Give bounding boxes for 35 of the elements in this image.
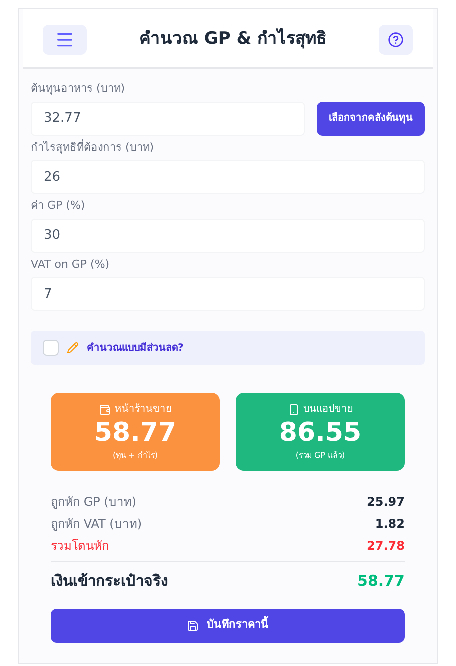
smartphone-icon [288,404,300,416]
discount-label: คำนวณแบบมีส่วนลด? [87,341,184,356]
breakdown-label: รวมโดนหัก [51,538,109,555]
card-note: (รวม GP แล้ว) [296,450,346,462]
breakdown-value: 1.82 [375,516,405,533]
save-button[interactable]: บันทึกราคานี้ [51,608,405,642]
card-value: 58.77 [94,417,177,450]
input-field[interactable]: 30 [31,218,425,252]
input-field[interactable]: 7 [31,277,425,311]
help-icon [388,32,404,48]
field-label: ต้นทุนอาหาร (บาท) [31,81,126,97]
page-title: คำนวณ GP & กำไรสุทธิ [140,27,326,52]
discount-option[interactable]: คำนวณแบบมีส่วนลด? [31,331,425,365]
breakdown-value: 58.77 [358,571,405,592]
field-label: ค่า GP (%) [31,198,86,214]
breakdown-value: 25.97 [367,494,405,511]
breakdown-value: 27.78 [367,538,405,555]
card-title: บนแอปขาย [304,403,354,418]
breakdown-label: ถูกหัก VAT (บาท) [51,516,142,533]
card-note: (ทุน + กำไร) [112,450,158,462]
discount-checkbox[interactable] [43,340,59,356]
breakdown-label: ถูกหัก GP (บาท) [51,494,137,511]
card-value: 86.55 [279,417,362,450]
pick-cost-button[interactable]: เลือกจากคลังต้นทุน [317,102,425,136]
help-button[interactable] [379,25,413,55]
field-label: VAT on GP (%) [31,256,111,272]
wallet-icon [99,404,111,416]
pencil-icon [67,342,79,354]
save-icon [187,620,199,632]
input-field[interactable]: 26 [31,160,425,194]
menu-button[interactable] [43,25,87,55]
card-title: หน้าร้านขาย [115,402,172,418]
breakdown-label: เงินเข้ากระเป๋าจริง [51,571,168,592]
field-label: กำไรสุทธิที่ต้องการ (บาท) [31,140,156,156]
input-field[interactable]: 32.77 [31,102,305,136]
